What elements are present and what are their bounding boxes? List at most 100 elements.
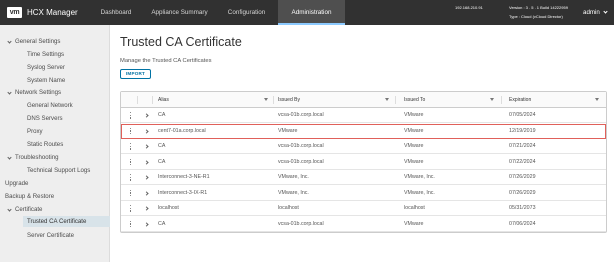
kebab-icon[interactable] <box>130 158 132 167</box>
table-row[interactable]: cent7-01a.corp.local VMware VMware 12/19/20… <box>121 123 606 139</box>
ip-address: 192.168.210.91 <box>455 5 483 10</box>
sidebar-item-backup-restore[interactable]: Backup & Restore <box>5 193 54 201</box>
chevron-down-icon[interactable] <box>7 155 12 160</box>
vmware-logo: vm <box>7 7 22 18</box>
column-header-issued-by[interactable]: Issued By <box>278 92 300 108</box>
sidebar-item-syslog-server[interactable]: Syslog Server <box>27 64 65 72</box>
table-row[interactable]: CA vcsa-01b.corp.local VMware 07/05/2024 <box>121 108 606 123</box>
sidebar-item-server-certificate[interactable]: Server Certificate <box>27 232 74 240</box>
kebab-icon[interactable] <box>130 205 132 213</box>
column-header-expiration[interactable]: Expiration <box>509 92 531 108</box>
tab-administration[interactable]: Administration <box>278 0 345 25</box>
cell-expiration: 07/22/2024 <box>509 158 536 165</box>
column-separator <box>273 96 274 104</box>
cell-issued-to: localhost <box>404 205 425 211</box>
cell-alias: localhost <box>158 205 179 211</box>
type-info: Type : Cloud (vCloud Director) <box>509 14 563 19</box>
certificate-datagrid: Alias Issued By Issued To Expiration CA v… <box>120 91 607 233</box>
column-separator <box>152 96 153 104</box>
chevron-right-icon[interactable] <box>144 159 149 165</box>
kebab-icon[interactable] <box>130 112 132 120</box>
cell-issued-by: vcsa-01b.corp.local <box>278 158 324 165</box>
cell-alias: CA <box>158 112 166 118</box>
cell-issued-by: vcsa-01b.corp.local <box>278 220 324 227</box>
kebab-icon[interactable] <box>130 174 132 182</box>
cell-issued-to: VMware <box>404 220 424 227</box>
sidebar-group-general-settings[interactable]: General Settings <box>15 38 60 46</box>
sidebar-item-static-routes[interactable]: Static Routes <box>27 141 63 149</box>
sidebar-item-system-name[interactable]: System Name <box>27 77 65 85</box>
cell-expiration: 07/26/2029 <box>509 189 536 196</box>
sidebar-group-troubleshooting[interactable]: Troubleshooting <box>15 154 58 162</box>
table-row[interactable]: localhost localhost localhost 05/31/2073 <box>121 201 606 216</box>
filter-icon[interactable] <box>490 98 494 101</box>
column-separator <box>501 96 502 104</box>
sidebar-item-proxy[interactable]: Proxy <box>27 128 43 136</box>
kebab-icon[interactable] <box>130 127 132 136</box>
column-separator <box>395 96 396 104</box>
chevron-right-icon[interactable] <box>144 206 149 211</box>
sidebar-item-dns-servers[interactable]: DNS Servers <box>27 115 63 123</box>
top-header: vm HCX Manager Dashboard Appliance Summa… <box>0 0 614 25</box>
cell-issued-to: VMware <box>404 158 424 165</box>
filter-icon[interactable] <box>385 98 389 101</box>
table-row[interactable]: CA vcsa-01b.corp.local VMware 07/22/2024 <box>121 155 606 170</box>
cell-expiration: 05/31/2073 <box>509 205 536 211</box>
cell-issued-by: VMware <box>278 127 298 134</box>
chevron-down-icon[interactable] <box>7 207 12 212</box>
cell-alias: cent7-01a.corp.local <box>158 127 206 134</box>
chevron-right-icon[interactable] <box>144 144 149 149</box>
table-row[interactable]: Interconnect-3-NE-R1 VMware, Inc. VMware, … <box>121 170 606 185</box>
cell-issued-to: VMware, Inc. <box>404 174 435 180</box>
filter-icon[interactable] <box>264 98 268 101</box>
chevron-right-icon[interactable] <box>144 190 149 196</box>
sidebar-group-network-settings[interactable]: Network Settings <box>15 89 61 97</box>
cell-issued-to: VMware <box>404 143 424 149</box>
chevron-right-icon[interactable] <box>144 113 149 118</box>
cell-alias: CA <box>158 143 166 149</box>
cell-issued-by: VMware, Inc. <box>278 174 309 180</box>
tab-configuration[interactable]: Configuration <box>220 0 273 25</box>
table-row[interactable]: CA vcsa-01b.corp.local VMware 07/06/2024 <box>121 217 606 232</box>
cell-issued-to: VMware <box>404 112 424 118</box>
user-menu[interactable]: admin <box>583 9 608 16</box>
table-row[interactable]: CA vcsa-01b.corp.local VMware 07/21/2024 <box>121 139 606 154</box>
sidebar-item-general-network[interactable]: General Network <box>27 102 73 110</box>
sidebar-item-technical-support-logs[interactable]: Technical Support Logs <box>27 167 90 175</box>
sidebar-item-time-settings[interactable]: Time Settings <box>27 51 64 59</box>
tab-dashboard[interactable]: Dashboard <box>92 0 140 25</box>
chevron-down-icon[interactable] <box>7 90 12 95</box>
cell-issued-by: VMware, Inc. <box>278 189 309 196</box>
chevron-down-icon[interactable] <box>7 39 12 44</box>
chevron-down-icon <box>602 9 608 14</box>
column-header-issued-to[interactable]: Issued To <box>404 92 425 108</box>
kebab-icon[interactable] <box>130 189 132 198</box>
kebab-icon[interactable] <box>130 143 132 151</box>
cell-alias: CA <box>158 158 166 165</box>
sidebar-group-certificate[interactable]: Certificate <box>15 206 42 214</box>
tab-appliance-summary[interactable]: Appliance Summary <box>143 0 216 25</box>
cell-alias: Interconnect-3-NE-R1 <box>158 174 210 180</box>
version-info: Version : 3 . 5 . 1 Build 14222959 <box>509 5 568 10</box>
cell-expiration: 07/26/2029 <box>509 174 536 180</box>
kebab-icon[interactable] <box>130 220 132 229</box>
page-description: Manage the Trusted CA Certificates <box>120 58 212 64</box>
cell-issued-by: vcsa-01b.corp.local <box>278 112 324 118</box>
column-separator <box>137 96 138 104</box>
page-title: Trusted CA Certificate <box>120 35 242 49</box>
cell-issued-by: localhost <box>278 205 299 211</box>
chevron-right-icon[interactable] <box>144 128 149 134</box>
column-header-alias[interactable]: Alias <box>158 92 169 108</box>
cell-issued-to: VMware, Inc. <box>404 189 435 196</box>
cell-expiration: 07/06/2024 <box>509 220 536 227</box>
import-button[interactable]: IMPORT <box>120 69 151 79</box>
app-title: HCX Manager <box>27 8 78 17</box>
chevron-right-icon[interactable] <box>144 221 149 227</box>
chevron-right-icon[interactable] <box>144 175 149 180</box>
sidebar-item-upgrade[interactable]: Upgrade <box>5 180 28 188</box>
sidebar-item-trusted-ca-certificate[interactable]: Trusted CA Certificate <box>23 216 110 227</box>
filter-icon[interactable] <box>595 98 599 101</box>
cell-expiration: 07/05/2024 <box>509 112 536 118</box>
sidebar: General Settings Time Settings Syslog Se… <box>0 25 110 262</box>
table-row[interactable]: Interconnect-3-IX-R1 VMware, Inc. VMware, … <box>121 186 606 201</box>
